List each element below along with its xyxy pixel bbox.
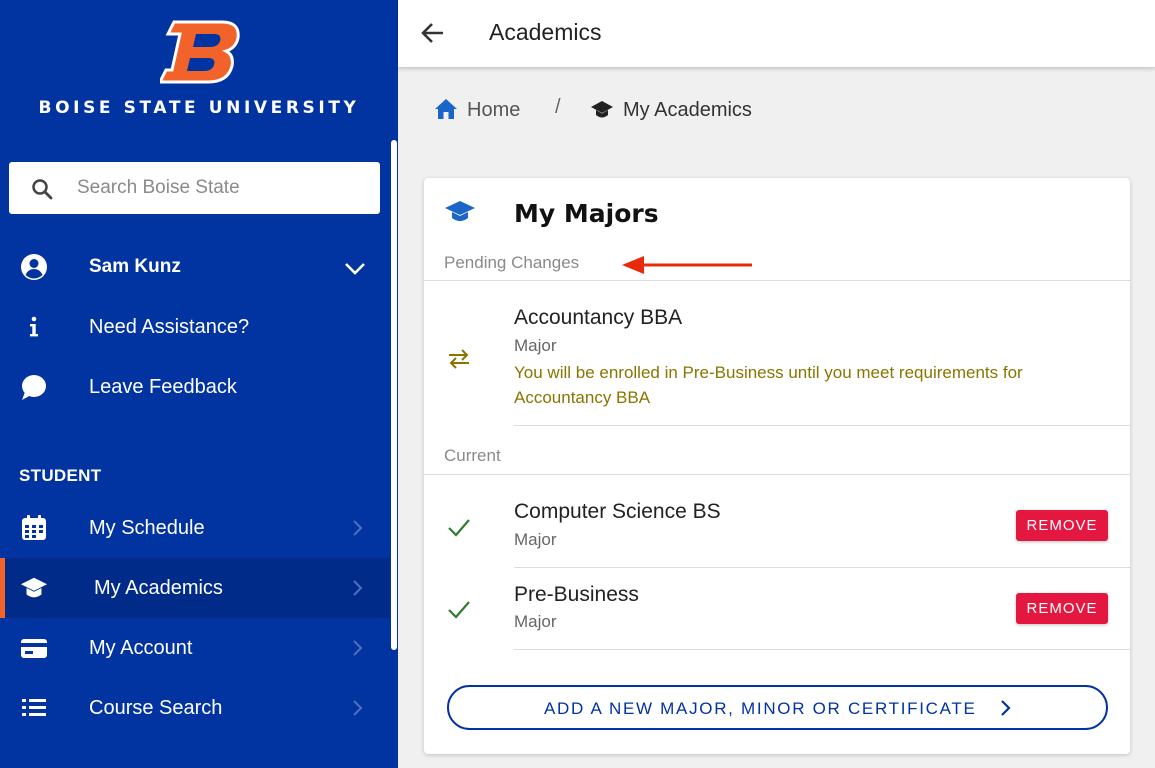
my-majors-card: My Majors Pending Changes Accountancy BB… [424, 178, 1130, 754]
sidebar: BOISE STATE UNIVERSITY Sam Kunz Need Ass… [0, 0, 398, 768]
leave-feedback-link[interactable]: Leave Feedback [0, 357, 390, 417]
breadcrumb-separator: / [555, 96, 561, 118]
divider [424, 280, 1130, 281]
chevron-down-icon[interactable] [344, 259, 366, 275]
search-icon [31, 178, 53, 200]
calendar-icon [20, 514, 48, 542]
add-program-button[interactable]: ADD A NEW MAJOR, MINOR OR CERTIFICATE [447, 685, 1108, 730]
list-icon [20, 694, 48, 722]
chevron-right-icon [352, 639, 364, 657]
check-icon [446, 514, 472, 540]
top-bar: Academics [398, 0, 1155, 67]
swap-arrows-icon [446, 346, 472, 372]
pending-program-name: Accountancy BBA [514, 306, 683, 329]
sidebar-item-my-account[interactable]: My Account [0, 618, 390, 678]
breadcrumb-home-link[interactable]: Home [467, 99, 520, 122]
pending-changes-label: Pending Changes [444, 253, 580, 272]
info-icon [20, 313, 48, 341]
need-assistance-label: Need Assistance? [89, 315, 250, 338]
arrow-left-icon[interactable] [420, 20, 446, 46]
user-name: Sam Kunz [89, 256, 181, 277]
student-section-heading: STUDENT [19, 466, 102, 485]
program-name: Pre-Business [514, 583, 639, 606]
program-type: Major [514, 530, 557, 549]
program-name: Computer Science BS [514, 500, 721, 523]
annotation-arrow-icon [622, 252, 754, 278]
breadcrumb-current: My Academics [623, 99, 752, 121]
sidebar-scrollbar[interactable] [391, 140, 397, 650]
divider [514, 649, 1130, 650]
sidebar-item-my-schedule[interactable]: My Schedule [0, 498, 390, 558]
divider [514, 567, 1130, 568]
graduation-cap-icon [590, 98, 614, 122]
active-indicator [0, 558, 5, 618]
chevron-right-icon [1000, 699, 1012, 717]
pending-program-note: You will be enrolled in Pre-Business unt… [514, 363, 1023, 407]
need-assistance-link[interactable]: Need Assistance? [0, 297, 390, 357]
sidebar-item-label: Course Search [89, 696, 223, 719]
credit-card-icon [20, 634, 48, 662]
card-title: My Majors [514, 199, 659, 228]
check-icon [446, 596, 472, 622]
remove-button[interactable]: REMOVE [1016, 593, 1108, 624]
divider [514, 425, 1130, 426]
graduation-cap-icon [444, 198, 476, 226]
chevron-right-icon [352, 579, 364, 597]
chat-bubble-icon [20, 373, 48, 401]
remove-button[interactable]: REMOVE [1016, 510, 1108, 541]
current-label: Current [444, 446, 501, 465]
chevron-right-icon [352, 519, 364, 537]
sidebar-item-my-academics[interactable]: My Academics [0, 558, 390, 618]
home-icon[interactable] [434, 98, 458, 120]
university-name: BOISE STATE UNIVERSITY [38, 98, 360, 118]
leave-feedback-label: Leave Feedback [89, 375, 237, 398]
divider [424, 474, 1130, 475]
search-input[interactable] [77, 162, 372, 214]
sidebar-item-label: My Account [89, 636, 193, 659]
sidebar-item-course-search[interactable]: Course Search [0, 678, 390, 738]
account-circle-icon [20, 253, 48, 281]
graduation-cap-icon [20, 574, 48, 602]
pending-program-type: Major [514, 336, 557, 355]
user-menu[interactable]: Sam Kunz [0, 237, 390, 297]
sidebar-item-label: My Academics [94, 576, 223, 599]
page-title: Academics [489, 19, 602, 45]
boise-state-logo[interactable] [157, 20, 242, 84]
sidebar-item-label: My Schedule [89, 516, 205, 539]
search-box[interactable] [9, 162, 380, 214]
program-type: Major [514, 612, 557, 631]
chevron-right-icon [352, 699, 364, 717]
add-program-label: ADD A NEW MAJOR, MINOR OR CERTIFICATE [544, 699, 977, 718]
